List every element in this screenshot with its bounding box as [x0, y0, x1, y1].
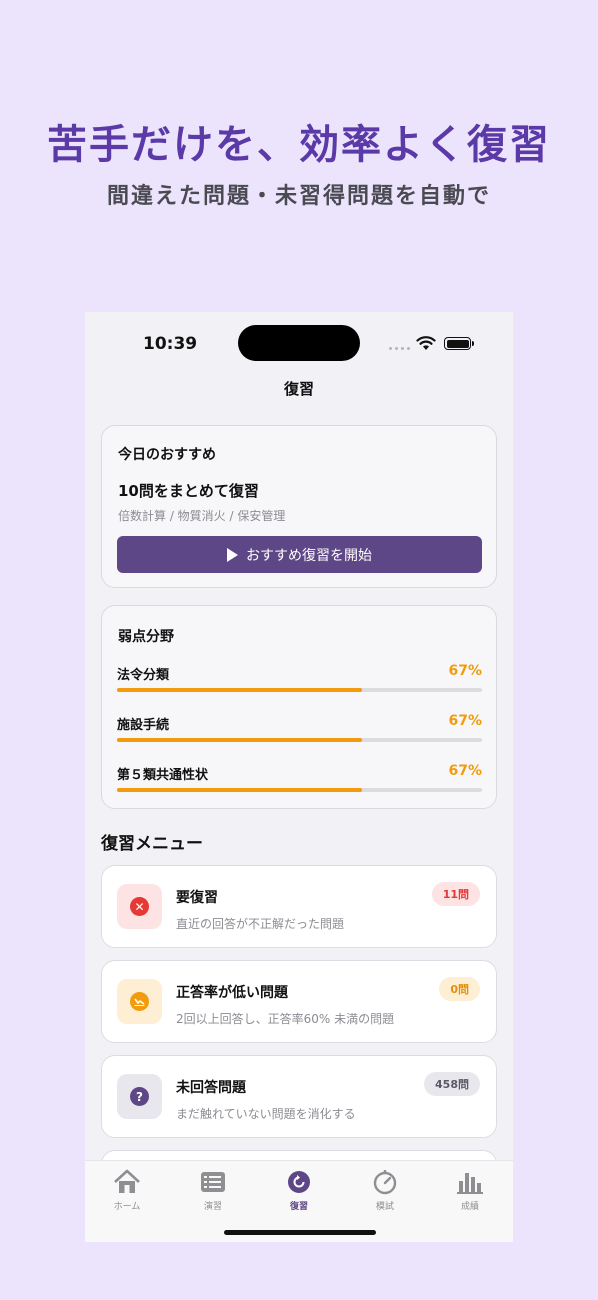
- recommend-main: 10問をまとめて復習: [118, 482, 259, 500]
- count-badge: 0問: [439, 977, 480, 1001]
- menu-item-needs-review[interactable]: ✕ 要復習 直近の回答が不正解だった問題 11問: [101, 865, 497, 948]
- home-icon: [114, 1169, 140, 1193]
- recommend-categories: 倍数計算 / 物質消火 / 保安管理: [118, 509, 286, 523]
- tab-label: 成績: [460, 1202, 479, 1212]
- weak-area-row[interactable]: 施設手続 67%: [117, 713, 482, 754]
- list-icon: [201, 1172, 225, 1192]
- dynamic-island: [238, 325, 360, 361]
- start-recommended-review-button[interactable]: おすすめ復習を開始: [117, 536, 482, 573]
- chart-icon: [457, 1173, 483, 1194]
- phone-screen: 10:39 復習 今日のおすすめ 10問をまとめて復習 倍数計算 / 物質消火 …: [85, 312, 513, 1242]
- menu-item-title: 未回答問題: [176, 1080, 246, 1096]
- review-icon: [288, 1171, 310, 1193]
- menu-item-low-accuracy[interactable]: 正答率が低い問題 2回以上回答し、正答率60% 未満の問題 0問: [101, 960, 497, 1043]
- progress-track: [117, 688, 482, 692]
- nav-title: 復習: [283, 380, 314, 398]
- tab-results[interactable]: 成績: [440, 1169, 500, 1212]
- menu-item-title: 正答率が低い問題: [176, 985, 288, 1001]
- weak-area-percent: 67%: [448, 663, 482, 679]
- tab-review[interactable]: 復習: [269, 1169, 329, 1212]
- tab-home[interactable]: ホーム: [97, 1169, 157, 1212]
- count-badge: 11問: [431, 882, 480, 906]
- question-icon-tile: ?: [117, 1074, 162, 1119]
- weak-area-name: 第５類共通性状: [117, 768, 209, 783]
- menu-item-title: 要復習: [176, 890, 218, 906]
- weak-area-percent: 67%: [448, 763, 482, 779]
- weak-areas-title: 弱点分野: [118, 629, 174, 645]
- tab-bar: ホーム 演習 復習 模試 成績: [85, 1160, 513, 1242]
- play-icon: [227, 547, 238, 562]
- weak-area-name: 施設手続: [117, 718, 170, 733]
- battery-icon: [444, 337, 474, 350]
- menu-item-desc: 直近の回答が不正解だった問題: [176, 917, 345, 931]
- question-circle-icon: ?: [130, 1087, 149, 1106]
- tab-practice[interactable]: 演習: [183, 1169, 243, 1212]
- recommend-title: 今日のおすすめ: [118, 447, 216, 463]
- tab-label: 模試: [375, 1202, 394, 1212]
- warning-icon-tile: [117, 979, 162, 1024]
- tab-label: 演習: [203, 1202, 222, 1212]
- progress-bar: [117, 738, 362, 742]
- hero-subtitle: 間違えた問題・未習得問題を自動で: [106, 184, 491, 209]
- progress-bar: [117, 788, 362, 792]
- weak-area-row[interactable]: 法令分類 67%: [117, 663, 482, 704]
- tab-label: 復習: [289, 1202, 308, 1212]
- weak-area-row[interactable]: 第５類共通性状 67%: [117, 763, 482, 804]
- progress-track: [117, 788, 482, 792]
- weak-area-percent: 67%: [448, 713, 482, 729]
- close-circle-icon: ✕: [130, 897, 149, 916]
- menu-item-desc: 2回以上回答し、正答率60% 未満の問題: [176, 1012, 395, 1026]
- progress-track: [117, 738, 482, 742]
- wifi-icon: [416, 336, 436, 350]
- count-badge: 458問: [424, 1072, 480, 1096]
- recommend-card: 今日のおすすめ 10問をまとめて復習 倍数計算 / 物質消火 / 保安管理 おす…: [101, 425, 497, 588]
- signal-icon: [389, 347, 410, 350]
- home-indicator: [224, 1230, 376, 1235]
- weak-area-name: 法令分類: [117, 668, 170, 683]
- tab-mock-exam[interactable]: 模試: [355, 1169, 415, 1212]
- start-button-label: おすすめ復習を開始: [246, 547, 372, 564]
- menu-item-desc: まだ触れていない問題を消化する: [176, 1107, 356, 1121]
- timer-icon: [373, 1170, 397, 1195]
- trend-down-icon: [130, 992, 149, 1011]
- weak-areas-card: 弱点分野 法令分類 67% 施設手続 67% 第５類共通性状 67%: [101, 605, 497, 809]
- hero-title: 苦手だけを、効率よく復習: [47, 122, 551, 168]
- review-menu-title: 復習メニュー: [101, 834, 203, 854]
- progress-bar: [117, 688, 362, 692]
- menu-item-unanswered[interactable]: ? 未回答問題 まだ触れていない問題を消化する 458問: [101, 1055, 497, 1138]
- error-icon-tile: ✕: [117, 884, 162, 929]
- status-time: 10:39: [143, 334, 198, 354]
- tab-label: ホーム: [113, 1202, 141, 1212]
